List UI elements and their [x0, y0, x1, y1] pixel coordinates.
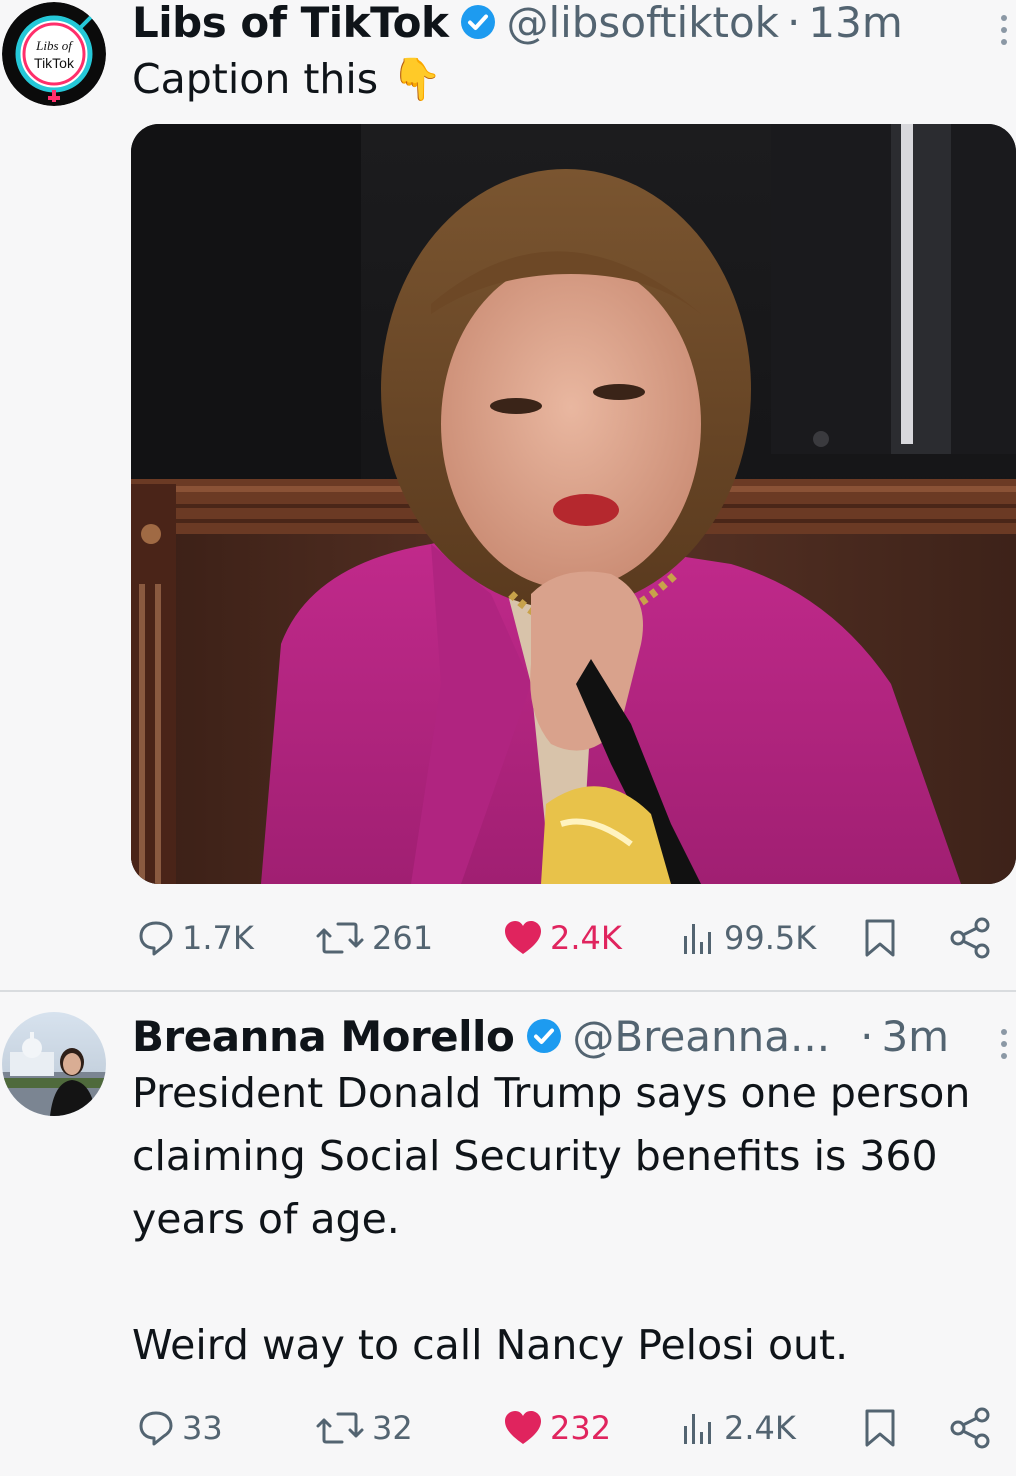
- heart-icon: [505, 921, 541, 954]
- share-icon: [950, 917, 990, 959]
- separator-dot: ·: [860, 1011, 874, 1061]
- tweet[interactable]: Libs of TikTok Libs of TikTok @libsoftik…: [0, 0, 1016, 990]
- tweet-text: Caption this 👇: [132, 55, 443, 103]
- tweet[interactable]: Breanna Morello @Breanna... · 3m Preside…: [0, 992, 1016, 1476]
- bookmark-button[interactable]: [862, 916, 898, 960]
- share-icon: [950, 1407, 990, 1449]
- tweet-header: Libs of TikTok @libsoftiktok · 13m: [132, 0, 996, 50]
- avatar-breanna-morello[interactable]: [2, 1012, 106, 1116]
- more-icon[interactable]: [994, 1024, 1014, 1064]
- retweet-icon: [316, 1412, 364, 1444]
- tweet-actions: 1.7K 261 2.4K 99.5K: [0, 908, 1016, 968]
- reply-icon: [139, 921, 173, 956]
- like-count: 232: [550, 1409, 612, 1447]
- avatar-logo-line1: Libs of: [35, 38, 74, 53]
- like-button[interactable]: 2.4K: [502, 916, 622, 960]
- retweet-icon: [316, 922, 364, 954]
- share-button[interactable]: [948, 1406, 992, 1450]
- retweet-button[interactable]: 261: [314, 916, 433, 960]
- retweet-count: 261: [372, 919, 434, 957]
- views-count: 2.4K: [724, 1409, 796, 1447]
- share-button[interactable]: [948, 916, 992, 960]
- bookmark-icon: [865, 919, 895, 957]
- tweet-photo[interactable]: [131, 124, 1016, 884]
- tweet-actions: 33 32 232 2.4K: [0, 1398, 1016, 1458]
- verified-icon: [460, 4, 496, 40]
- like-count: 2.4K: [550, 919, 622, 957]
- views-button[interactable]: 99.5K: [678, 916, 816, 960]
- reply-count: 1.7K: [182, 919, 254, 957]
- tweet-header: Breanna Morello @Breanna... · 3m: [132, 1008, 996, 1064]
- timestamp[interactable]: 3m: [881, 1012, 949, 1061]
- separator-dot: ·: [787, 0, 801, 47]
- like-button[interactable]: 232: [502, 1406, 611, 1450]
- reply-icon: [139, 1411, 173, 1446]
- heart-icon: [505, 1411, 541, 1444]
- timestamp[interactable]: 13m: [808, 0, 902, 47]
- reply-button[interactable]: 33: [136, 1406, 223, 1450]
- views-icon: [684, 924, 711, 954]
- author-handle[interactable]: @Breanna...: [572, 1012, 830, 1061]
- views-button[interactable]: 2.4K: [678, 1406, 796, 1450]
- author-name[interactable]: Breanna Morello: [132, 1012, 515, 1061]
- views-icon: [684, 1414, 711, 1444]
- bookmark-button[interactable]: [862, 1406, 898, 1450]
- retweet-button[interactable]: 32: [314, 1406, 413, 1450]
- avatar-logo-line2: TikTok: [34, 55, 75, 71]
- author-name[interactable]: Libs of TikTok: [132, 0, 449, 47]
- reply-button[interactable]: 1.7K: [136, 916, 254, 960]
- reply-count: 33: [182, 1409, 223, 1447]
- views-count: 99.5K: [724, 919, 817, 957]
- verified-icon: [526, 1018, 562, 1054]
- avatar-libs-of-tiktok[interactable]: Libs of TikTok: [2, 2, 106, 106]
- tweet-text: President Donald Trump says one person c…: [132, 1069, 971, 1369]
- bookmark-icon: [865, 1409, 895, 1447]
- author-handle[interactable]: @libsoftiktok: [506, 0, 779, 47]
- more-icon[interactable]: [994, 10, 1014, 50]
- retweet-count: 32: [372, 1409, 413, 1447]
